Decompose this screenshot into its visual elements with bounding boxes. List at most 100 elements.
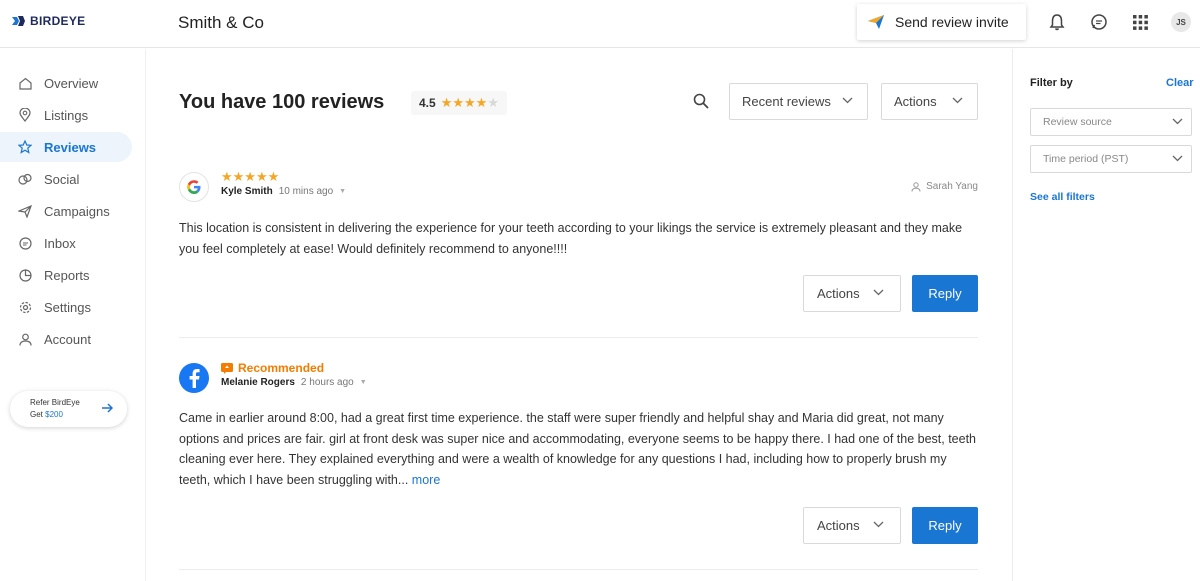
- review-actions-dropdown[interactable]: Actions: [803, 275, 901, 312]
- time-period-dropdown[interactable]: Time period (PST): [1030, 145, 1192, 173]
- user-icon: [911, 181, 921, 192]
- birdeye-logo-icon: [12, 16, 25, 26]
- send-review-invite-label: Send review invite: [895, 14, 1009, 30]
- chevron-down-icon: [1172, 118, 1183, 125]
- star-icon: [18, 140, 32, 154]
- filter-title: Filter by: [1030, 77, 1073, 89]
- review-time: 10 mins ago: [278, 186, 334, 197]
- bell-icon: [1049, 14, 1065, 31]
- arrow-right-icon: [102, 403, 113, 413]
- search-icon: [693, 93, 709, 109]
- review-card: ★★★★★ Kyle Smith 10 mins ago ▼ Sarah Yan…: [179, 169, 978, 317]
- reply-button[interactable]: Reply: [912, 275, 978, 312]
- sort-dropdown[interactable]: Recent reviews: [729, 83, 868, 120]
- sidebar-item-social[interactable]: Social: [0, 164, 132, 194]
- time-period-placeholder: Time period (PST): [1043, 153, 1129, 165]
- bulk-actions-dropdown[interactable]: Actions: [881, 83, 978, 120]
- paper-plane-icon: [868, 15, 884, 29]
- sidebar-item-label: Listings: [44, 107, 89, 123]
- sidebar-item-label: Reports: [44, 267, 90, 283]
- page-title: You have 100 reviews: [179, 91, 385, 113]
- notifications-button[interactable]: [1047, 12, 1067, 32]
- recommended-label: Recommended: [238, 361, 325, 375]
- location-pin-icon: [18, 108, 32, 122]
- review-meta: Kyle Smith 10 mins ago ▼: [221, 186, 346, 197]
- overall-rating: 4.5 ★★★★★: [411, 91, 507, 115]
- review-divider: [179, 337, 978, 338]
- review-source-placeholder: Review source: [1043, 116, 1112, 128]
- birdeye-logo[interactable]: BIRDEYE: [10, 13, 85, 29]
- see-all-filters-link[interactable]: See all filters: [1030, 191, 1095, 203]
- gear-icon: [18, 300, 32, 314]
- assignee-name: Sarah Yang: [926, 181, 978, 192]
- business-name[interactable]: Smith & Co: [178, 13, 264, 33]
- home-icon: [18, 76, 32, 90]
- reviews-main: You have 100 reviews 4.5 ★★★★★ Recent re…: [145, 49, 1012, 581]
- sidebar-item-settings[interactable]: Settings: [0, 292, 132, 322]
- sidebar-item-reviews[interactable]: Reviews: [0, 132, 132, 162]
- recommended-badge: Recommended: [221, 361, 324, 375]
- inbox-icon: [18, 236, 32, 250]
- sort-dropdown-value: Recent reviews: [742, 94, 831, 109]
- refer-birdeye-button[interactable]: Refer BirdEye Get $200: [10, 391, 127, 427]
- clear-filters-link[interactable]: Clear: [1166, 77, 1194, 89]
- review-meta: Melanie Rogers 2 hours ago ▼: [221, 377, 367, 388]
- rating-value: 4.5: [419, 96, 436, 110]
- more-link[interactable]: more: [412, 473, 440, 487]
- sidebar-item-campaigns[interactable]: Campaigns: [0, 196, 132, 226]
- sidebar-item-reports[interactable]: Reports: [0, 260, 132, 290]
- social-icon: [18, 172, 32, 186]
- search-button[interactable]: [693, 93, 709, 114]
- review-actions-dropdown[interactable]: Actions: [803, 507, 901, 544]
- sidebar-item-label: Campaigns: [44, 203, 110, 219]
- sidebar-item-label: Overview: [44, 75, 99, 91]
- recommended-icon: [221, 362, 233, 374]
- review-stars: ★★★★★: [221, 169, 280, 184]
- chevron-down-icon: [1172, 155, 1183, 162]
- send-review-invite-button[interactable]: Send review invite: [857, 4, 1026, 40]
- chevron-down-icon: [842, 97, 853, 104]
- review-source-dropdown[interactable]: Review source: [1030, 108, 1192, 136]
- sidebar-item-label: Reviews: [44, 139, 97, 155]
- refer-amount: $200: [45, 410, 63, 419]
- google-logo-icon: [179, 172, 209, 202]
- caret-down-icon[interactable]: ▼: [360, 379, 367, 386]
- review-actions-label: Actions: [817, 286, 860, 301]
- reply-button[interactable]: Reply: [912, 507, 978, 544]
- bulk-actions-label: Actions: [894, 94, 937, 109]
- user-icon: [18, 332, 32, 346]
- apps-grid-icon: [1132, 14, 1148, 30]
- sidebar-item-inbox[interactable]: Inbox: [0, 228, 132, 258]
- review-text: Came in earlier around 8:00, had a great…: [179, 408, 979, 490]
- chevron-down-icon: [873, 289, 884, 296]
- apps-button[interactable]: [1130, 12, 1150, 32]
- review-text-body: Came in earlier around 8:00, had a great…: [179, 411, 976, 487]
- sidebar-item-label: Settings: [44, 299, 91, 315]
- top-bar: BIRDEYE Smith & Co Send review invite JS: [0, 0, 1200, 48]
- review-assignee[interactable]: Sarah Yang: [911, 181, 978, 192]
- review-actions-label: Actions: [817, 518, 860, 533]
- chat-icon: [1091, 14, 1107, 30]
- send-icon: [18, 204, 32, 218]
- sidebar-item-account[interactable]: Account: [0, 324, 132, 354]
- review-time: 2 hours ago: [300, 377, 354, 388]
- sidebar-item-overview[interactable]: Overview: [0, 68, 132, 98]
- review-author: Kyle Smith: [221, 186, 273, 197]
- review-divider: [179, 569, 978, 570]
- sidebar-item-listings[interactable]: Listings: [0, 100, 132, 130]
- chevron-down-icon: [952, 97, 963, 104]
- sidebar-item-label: Inbox: [44, 235, 76, 251]
- filter-panel: Filter by Clear Review source Time perio…: [1012, 49, 1200, 581]
- sidebar: Overview Listings Reviews Social Campaig…: [0, 49, 145, 581]
- sidebar-item-label: Social: [44, 171, 80, 187]
- facebook-logo-icon: [179, 363, 209, 393]
- caret-down-icon[interactable]: ▼: [339, 188, 346, 195]
- logo-text: BIRDEYE: [30, 14, 86, 28]
- rating-stars: ★★★★★: [440, 95, 499, 110]
- review-text: This location is consistent in deliverin…: [179, 221, 963, 256]
- review-card: Recommended Melanie Rogers 2 hours ago ▼…: [179, 361, 979, 553]
- sidebar-item-label: Account: [44, 331, 91, 347]
- messages-button[interactable]: [1089, 12, 1109, 32]
- review-author: Melanie Rogers: [221, 377, 295, 388]
- user-avatar[interactable]: JS: [1171, 12, 1191, 32]
